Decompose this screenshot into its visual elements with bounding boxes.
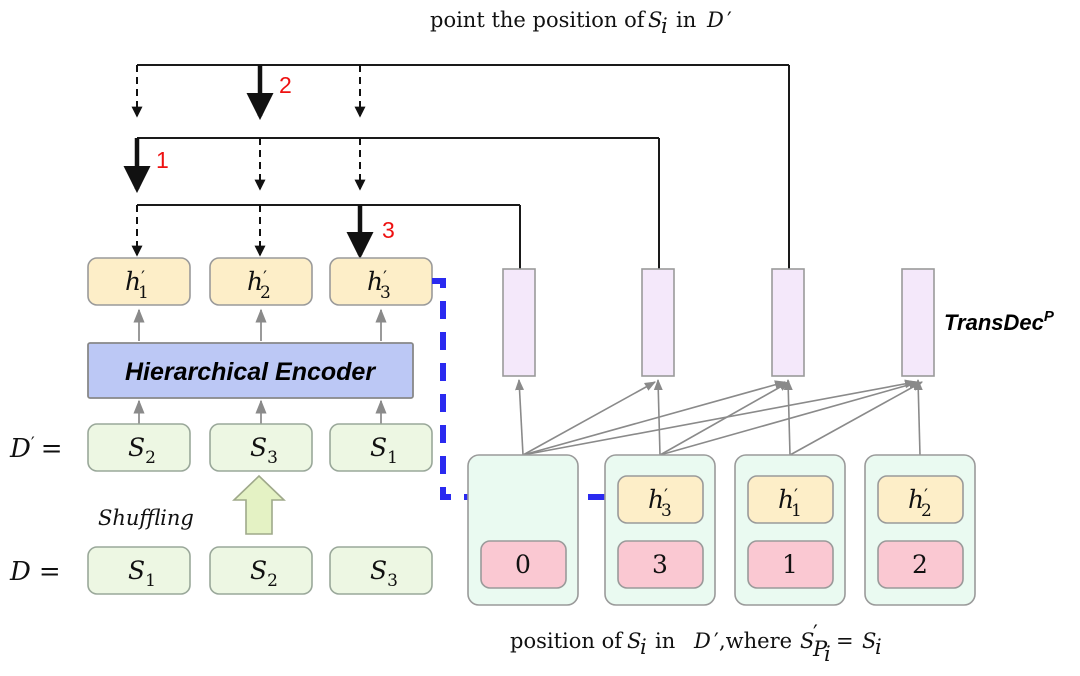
d-prime-row-label: D′ = xyxy=(9,434,63,464)
hidden-state-box-3[interactable]: h′ 3 xyxy=(329,257,433,306)
d-segment-2[interactable]: S2 xyxy=(209,546,313,595)
bottom-caption-lead: position of xyxy=(510,629,624,653)
d-segment-3[interactable]: S3 xyxy=(329,546,433,595)
d-prime-segment-3[interactable]: S1 xyxy=(329,423,433,472)
decoder-column-4[interactable]: h′ 2 2 xyxy=(864,454,976,606)
decoder-column-3-position-label: 1 xyxy=(782,550,798,579)
bottom-caption-sym3-subsub: i xyxy=(824,642,831,666)
hierarchical-encoder-label: Hierarchical Encoder xyxy=(125,358,376,386)
hidden-state-row: h′ 1 h′ 2 h′ 3 xyxy=(87,257,433,306)
d-prime-segment-2[interactable]: S3 xyxy=(209,423,313,472)
bottom-caption-eq: = xyxy=(836,629,854,653)
attn-c1-to-b1 xyxy=(515,378,525,456)
bottom-caption-mid: in xyxy=(655,629,675,653)
d-segment-1[interactable]: S1 xyxy=(87,546,191,595)
transdec-bars xyxy=(502,268,935,377)
d-row-label: D = xyxy=(9,557,61,587)
hidden-state-box-1[interactable]: h′ 1 xyxy=(87,257,191,306)
shuffling-arrow-icon xyxy=(232,474,286,535)
pointer-step-label-1: 1 xyxy=(156,147,169,173)
middle-bus-arrows: 1 xyxy=(123,138,366,194)
transdec-bar-1[interactable] xyxy=(502,268,536,377)
attn-c2-to-b2 xyxy=(653,378,663,456)
decoder-column-1[interactable]: 0 xyxy=(467,454,579,606)
bottom-bus-arrows: 3 xyxy=(131,205,395,260)
attn-c1-to-b2 xyxy=(522,381,656,456)
bottom-caption-sym2: D xyxy=(693,629,711,653)
attn-c2-to-b3 xyxy=(659,381,790,456)
top-bus-arrows: 2 xyxy=(131,65,366,121)
transdec-bar-2[interactable] xyxy=(641,268,675,377)
bottom-caption-sym4-sub: i xyxy=(875,635,882,659)
top-caption-sym1-sub: i xyxy=(661,14,668,38)
hierarchical-encoder[interactable]: Hierarchical Encoder xyxy=(87,342,414,399)
architecture-diagram: point the position of S i in D ′ 2 1 3 h… xyxy=(9,8,1055,666)
top-caption: point the position of S i in D ′ xyxy=(430,8,732,38)
bottom-caption-sym1-sub: i xyxy=(640,635,647,659)
decoder-column-4-position-label: 2 xyxy=(912,550,928,579)
top-caption-sym2: D xyxy=(706,8,724,32)
encoder-input-arrows xyxy=(133,399,387,424)
bottom-caption: position of S i in D ′ ,where S ′ P i = … xyxy=(510,621,882,666)
d-prime-row: D′ = S2 S3 S1 xyxy=(9,423,433,472)
pointer-bus-lines xyxy=(137,64,790,269)
transdec-label-group: TransDecP xyxy=(944,308,1055,335)
pointer-step-label-2: 2 xyxy=(279,72,292,98)
transdec-label: TransDecP xyxy=(944,308,1055,335)
decoder-column-2[interactable]: h′ 3 3 xyxy=(604,454,716,606)
attn-c1-to-b3 xyxy=(522,380,787,456)
shuffling-block: Shuffling xyxy=(98,474,286,535)
cross-attention-arrows xyxy=(515,378,923,456)
decoder-column-1-position-label: 0 xyxy=(515,550,531,579)
top-caption-mid: in xyxy=(676,8,696,32)
decoder-columns: 0 h′ 3 3 h′ 1 1 h′ 2 2 xyxy=(467,454,976,606)
transdec-bar-4[interactable] xyxy=(901,268,935,377)
transdec-bar-3[interactable] xyxy=(771,268,805,377)
top-caption-sym2-prime: ′ xyxy=(727,8,732,32)
top-caption-lead: point the position of xyxy=(430,8,647,32)
bottom-caption-where: ,where xyxy=(719,629,792,653)
d-prime-segment-1[interactable]: S2 xyxy=(87,423,191,472)
attn-c3-to-b3 xyxy=(783,378,793,456)
attn-c4-to-b4 xyxy=(913,378,923,456)
figure-canvas: point the position of S i in D ′ 2 1 3 h… xyxy=(0,0,1080,676)
decoder-column-2-position-label: 3 xyxy=(652,550,668,579)
hidden-state-box-2[interactable]: h′ 2 xyxy=(209,257,313,306)
decoder-column-3[interactable]: h′ 1 1 xyxy=(734,454,846,606)
shuffling-label: Shuffling xyxy=(98,506,194,530)
d-row: D = S1 S2 S3 xyxy=(9,546,433,595)
pointer-step-label-3: 3 xyxy=(382,217,395,243)
encoder-output-arrows xyxy=(133,308,387,341)
